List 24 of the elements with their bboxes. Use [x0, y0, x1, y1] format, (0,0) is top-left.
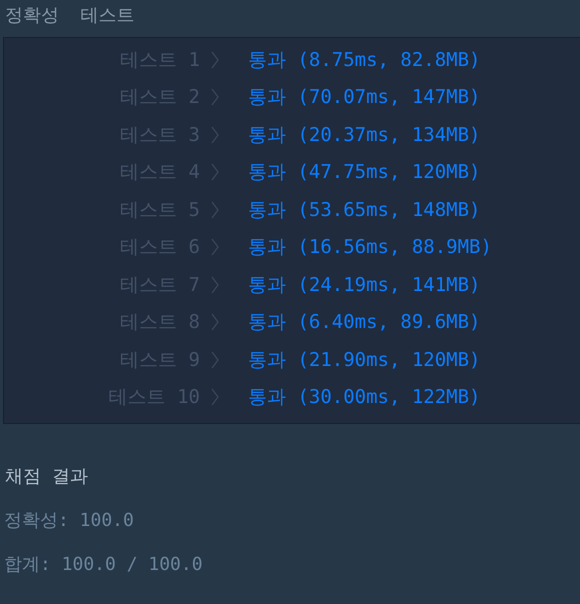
test-result: 통과 (53.65ms, 148MB) — [247, 198, 482, 223]
chevron-icon — [211, 163, 219, 182]
chevron-icon — [211, 276, 219, 294]
score-line: 합계: 100.0 / 100.0 — [4, 553, 204, 576]
chevron-icon — [211, 388, 219, 406]
test-result: 통과 (24.19ms, 141MB) — [247, 272, 482, 298]
test-result: 통과 (8.75ms, 82.8MB) — [247, 48, 482, 73]
chevron-icon — [211, 126, 219, 144]
test-result: 통과 (16.56ms, 88.9MB) — [247, 235, 493, 260]
chevron-icon — [211, 350, 219, 369]
result-title: 채점 결과 — [5, 465, 89, 488]
chevron-icon — [211, 313, 219, 332]
test-result: 통과 (21.90ms, 120MB) — [247, 348, 482, 373]
test-result: 통과 (70.07ms, 147MB) — [247, 85, 482, 110]
section-title: 정확성 테스트 — [4, 4, 136, 28]
test-result: 통과 (30.00ms, 122MB) — [247, 385, 482, 410]
test-result: 통과 (6.40ms, 89.6MB) — [247, 310, 482, 336]
chevron-icon — [211, 200, 219, 219]
chevron-icon — [211, 50, 219, 69]
chevron-icon — [211, 238, 219, 256]
test-result: 통과 (47.75ms, 120MB) — [247, 160, 482, 186]
score-line: 정확성: 100.0 — [4, 509, 135, 532]
test-result: 통과 (20.37ms, 134MB) — [247, 122, 482, 148]
chevron-icon — [211, 88, 219, 106]
